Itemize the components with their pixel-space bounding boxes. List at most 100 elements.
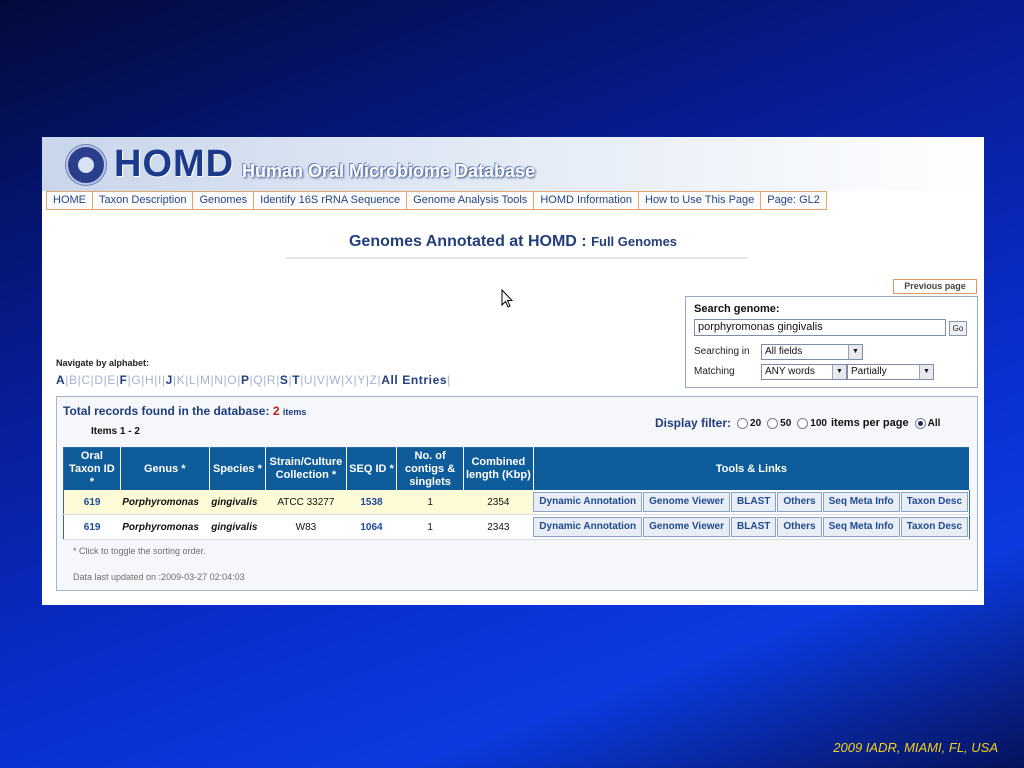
alphabet-letter[interactable]: D — [94, 373, 103, 387]
alphabet-letter[interactable]: G — [131, 373, 141, 387]
alphabet-letter[interactable]: Q — [253, 373, 263, 387]
alphabet-letter[interactable]: E — [107, 373, 116, 387]
title-divider — [286, 257, 748, 259]
alphabet-letter[interactable]: J — [166, 373, 173, 387]
alphabet-letter[interactable]: X — [345, 373, 354, 387]
tool-button[interactable]: Genome Viewer — [643, 517, 731, 537]
alphabet-letter[interactable]: N — [214, 373, 223, 387]
col-seq-id[interactable]: SEQ ID * — [346, 447, 398, 490]
col-species[interactable]: Species * — [209, 447, 267, 490]
alphabet-letter[interactable]: O — [227, 373, 237, 387]
radio-button[interactable] — [767, 417, 779, 429]
col-combined-length[interactable]: Combined length (Kbp) — [463, 447, 534, 490]
radio-button[interactable] — [797, 417, 809, 429]
radio-button[interactable] — [737, 417, 749, 429]
alphabet-letter[interactable]: W — [329, 373, 341, 387]
searching-in-select[interactable]: All fields ▼ — [761, 344, 863, 360]
alphabet-letter[interactable]: M — [200, 373, 211, 387]
filter-option[interactable]: 100 — [797, 417, 827, 429]
nav-item[interactable]: HOMD Information — [534, 192, 640, 209]
nav-item[interactable]: Genome Analysis Tools — [407, 192, 535, 209]
tool-button[interactable]: Dynamic Annotation — [533, 517, 643, 537]
top-navigation: HOME Taxon Description Genomes Identify 16S… — [46, 191, 827, 210]
alphabet-letter[interactable]: P — [241, 373, 250, 387]
items-per-page-label: items per page — [830, 417, 909, 429]
alphabet-letter[interactable]: F — [120, 373, 128, 387]
matching-select[interactable]: ANY words ▼ — [761, 364, 847, 380]
previous-page-button[interactable]: Previous page — [893, 279, 977, 294]
filter-option[interactable]: 50 — [767, 417, 792, 429]
alphabet-letter[interactable]: H — [145, 373, 154, 387]
total-records-count: 2 — [272, 404, 280, 418]
tool-button[interactable]: Taxon Desc — [900, 517, 968, 537]
filter-option[interactable]: 20 — [737, 417, 762, 429]
table-row: 619 Porphyromonas gingivalis ATCC 33277 1538… — [63, 490, 970, 515]
mouse-cursor-icon — [501, 289, 514, 308]
tool-button[interactable]: Others — [777, 492, 822, 512]
cell-seq-id[interactable]: 1064 — [346, 514, 397, 540]
col-genus[interactable]: Genus * — [120, 447, 210, 490]
cell-tools-links: Dynamic Annotation Genome Viewer BLAST Othe… — [533, 490, 970, 515]
col-strain[interactable]: Strain/Culture Collection * — [265, 447, 347, 490]
table-row: 619 Porphyromonas gingivalis W83 1064 1 2343 Dy… — [63, 514, 970, 540]
search-input[interactable]: porphyromonas gingivalis — [694, 319, 946, 336]
results-panel: Total records found in the database: 2 i… — [56, 396, 978, 591]
site-banner: HOMD Human Oral Microbiome Database — [42, 137, 984, 191]
matching-label: Matching — [694, 366, 735, 377]
cell-oral-taxon-id[interactable]: 619 — [63, 514, 121, 540]
tool-button[interactable]: Genome Viewer — [643, 492, 731, 512]
nav-item[interactable]: HOME — [46, 192, 93, 209]
homd-logo[interactable]: HOMD — [114, 143, 234, 186]
partial-match-value: Partially — [851, 366, 887, 377]
total-records: Total records found in the database: 2 i… — [63, 404, 306, 418]
alphabet-letter[interactable]: A — [56, 373, 65, 387]
tool-button[interactable]: Dynamic Annotation — [533, 492, 643, 512]
alphabet-letter[interactable]: C — [81, 373, 90, 387]
tool-button[interactable]: Others — [777, 517, 822, 537]
items-range: Items 1 - 2 — [91, 426, 140, 437]
tool-button[interactable]: Taxon Desc — [900, 492, 968, 512]
nav-item[interactable]: How to Use This Page — [639, 192, 762, 209]
nav-item[interactable]: Identify 16S rRNA Sequence — [254, 192, 408, 209]
filter-option-label: 50 — [780, 417, 792, 429]
logo-subtitle: Human Oral Microbiome Database — [242, 161, 536, 181]
cell-contigs: 1 — [396, 490, 464, 515]
cell-combined-length: 2343 — [463, 514, 534, 540]
col-contigs[interactable]: No. of contigs & singlets — [396, 447, 464, 490]
chevron-down-icon: ▼ — [919, 365, 933, 379]
tool-button[interactable]: BLAST — [731, 492, 777, 512]
nav-item[interactable]: Page: GL2 — [761, 192, 827, 209]
alphabet-letter[interactable]: K — [177, 373, 186, 387]
col-oral-taxon-id[interactable]: Oral Taxon ID * — [63, 447, 121, 490]
partial-match-select[interactable]: Partially ▼ — [847, 364, 934, 380]
cell-seq-id[interactable]: 1538 — [346, 490, 397, 515]
alphabet-letter[interactable]: Y — [357, 373, 366, 387]
go-button[interactable]: Go — [949, 321, 967, 336]
alphabet-all-entries[interactable]: All Entries — [381, 373, 447, 387]
slide-caption: 2009 IADR, MIAMI, FL, USA — [833, 740, 998, 755]
nav-item[interactable]: Genomes — [193, 192, 255, 209]
tool-button[interactable]: Seq Meta Info — [822, 517, 900, 537]
alphabet-letter[interactable]: B — [69, 373, 78, 387]
filter-option-label: 100 — [810, 417, 827, 429]
radio-button[interactable] — [914, 417, 926, 429]
alphabet-letter[interactable]: U — [304, 373, 313, 387]
alphabet-nav-label: Navigate by alphabet: — [56, 358, 150, 368]
alphabet-letter[interactable]: V — [317, 373, 326, 387]
tool-button[interactable]: Seq Meta Info — [822, 492, 900, 512]
search-genome-box: Search genome: porphyromonas gingivalis … — [685, 296, 978, 388]
nav-item[interactable]: Taxon Description — [93, 192, 194, 209]
alphabet-letter[interactable]: T — [292, 373, 300, 387]
cell-species: gingivalis — [209, 490, 266, 515]
tool-button[interactable]: BLAST — [731, 517, 777, 537]
filter-option-all[interactable]: All — [914, 417, 940, 429]
cell-oral-taxon-id[interactable]: 619 — [63, 490, 121, 515]
alphabet-letter[interactable]: S — [280, 373, 289, 387]
alphabet-letter[interactable]: R — [267, 373, 276, 387]
filter-option-label: 20 — [750, 417, 762, 429]
table-header-row: Oral Taxon ID * Genus * Species * Strain… — [63, 447, 971, 490]
display-filter-label: Display filter: — [655, 416, 732, 430]
searching-in-label: Searching in — [694, 346, 750, 357]
cell-tools-links: Dynamic Annotation Genome Viewer BLAST Othe… — [533, 514, 970, 540]
chevron-down-icon: ▼ — [848, 345, 862, 359]
